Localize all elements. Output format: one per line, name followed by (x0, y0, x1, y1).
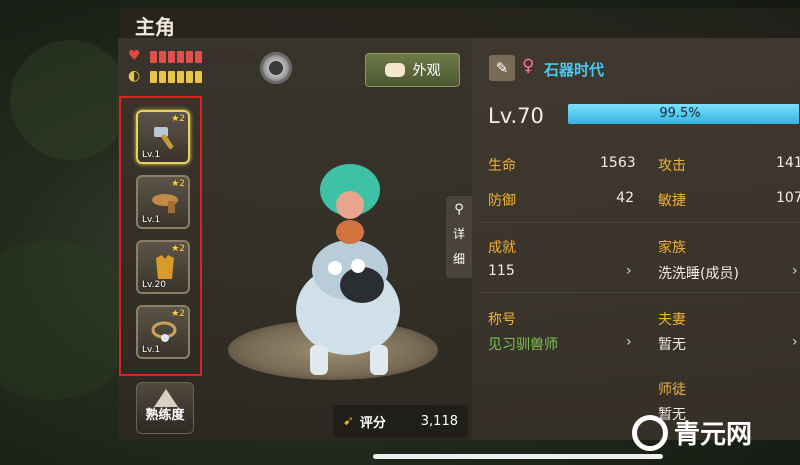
bar-segment (222, 71, 229, 83)
stat-label: 生命 (488, 158, 516, 174)
stat-label: 防御 (488, 193, 516, 209)
bar-segment (231, 51, 238, 63)
family-value[interactable]: 洗洗睡(成员) (658, 263, 739, 283)
heart-icon: ♥ (128, 48, 141, 64)
shirt-icon (384, 63, 405, 77)
home-indicator[interactable] (373, 454, 663, 459)
bar-segment (240, 71, 247, 83)
divider (480, 222, 800, 223)
score-label: 评分 (359, 415, 386, 431)
stat-value: 42 (616, 190, 634, 206)
stat-value: 141 (776, 155, 800, 171)
bar-segment (186, 51, 193, 63)
header-bar (120, 8, 800, 38)
bar-segment (213, 71, 220, 83)
bar-segment (168, 71, 175, 83)
title-value[interactable]: 见习驯兽师 (488, 334, 558, 354)
bar-segment (195, 71, 202, 83)
chevron-right-icon[interactable]: › (792, 334, 798, 350)
stat-label: 成就 (488, 240, 516, 256)
detail-label: 详 (452, 227, 465, 241)
character-name: 石器时代 (544, 61, 605, 79)
sword-icon: ➹ (343, 413, 354, 429)
stat-value: 107 (776, 190, 800, 206)
search-icon: ⚲ (454, 202, 464, 217)
female-icon: ♀ (522, 56, 535, 76)
stat-label: 敏捷 (658, 193, 686, 209)
stat-label: 家族 (658, 240, 686, 256)
watermark-text: 青元网 (674, 420, 753, 450)
stat-label: 称号 (488, 312, 516, 328)
appearance-button[interactable]: 外观 (365, 53, 460, 87)
chevron-right-icon[interactable]: › (626, 263, 632, 279)
appearance-label: 外观 (412, 63, 441, 79)
page-title: 主角 (135, 15, 175, 39)
spouse-value[interactable]: 暂无 (658, 334, 686, 354)
bar-segment (231, 71, 238, 83)
exp-bar: 99.5% (568, 104, 800, 124)
watermark: 青元网 (632, 414, 752, 451)
edit-name-button[interactable]: ✎ (489, 55, 515, 81)
achievement-value[interactable]: 115 (488, 263, 515, 279)
bar-segment (177, 51, 184, 63)
gear-icon[interactable] (260, 52, 292, 84)
chevron-right-icon[interactable]: › (626, 334, 632, 350)
detail-label: 细 (452, 252, 465, 266)
bar-segment (150, 71, 157, 83)
detail-tab[interactable]: ⚲ 详 细 (446, 196, 472, 278)
exp-text: 99.5% (659, 106, 701, 121)
bar-segment (159, 71, 166, 83)
energy-icon: ◐ (128, 68, 141, 84)
score-panel: ➹ 评分 3,118 (333, 405, 468, 437)
bar-segment (159, 51, 166, 63)
bar-segment (240, 51, 247, 63)
bar-segment (222, 51, 229, 63)
bar-segment (150, 51, 157, 63)
watermark-logo-icon (632, 414, 668, 451)
divider (480, 292, 800, 293)
hp-bar (150, 51, 256, 63)
mastery-label: 熟练度 (145, 408, 185, 423)
bar-segment (213, 51, 220, 63)
character-model (296, 164, 400, 375)
stat-label: 夫妻 (658, 312, 686, 328)
background-foliage (10, 40, 130, 160)
bar-segment (186, 71, 193, 83)
stat-label: 攻击 (658, 158, 686, 174)
chevron-right-icon[interactable]: › (792, 263, 798, 279)
bar-segment (249, 71, 256, 83)
bar-segment (204, 71, 211, 83)
bar-segment (249, 51, 256, 63)
bar-segment (204, 51, 211, 63)
mastery-button[interactable]: 熟练度 (136, 382, 194, 434)
score-value: 3,118 (420, 413, 458, 429)
bar-segment (195, 51, 202, 63)
character-level: Lv.70 (488, 104, 544, 128)
stat-label: 师徒 (658, 382, 686, 398)
info-panel (472, 38, 800, 440)
pencil-icon: ✎ (495, 59, 509, 77)
energy-bar (150, 71, 256, 83)
bar-segment (168, 51, 175, 63)
bar-segment (177, 71, 184, 83)
highlight-box (119, 96, 202, 376)
stat-value: 1563 (600, 155, 636, 171)
